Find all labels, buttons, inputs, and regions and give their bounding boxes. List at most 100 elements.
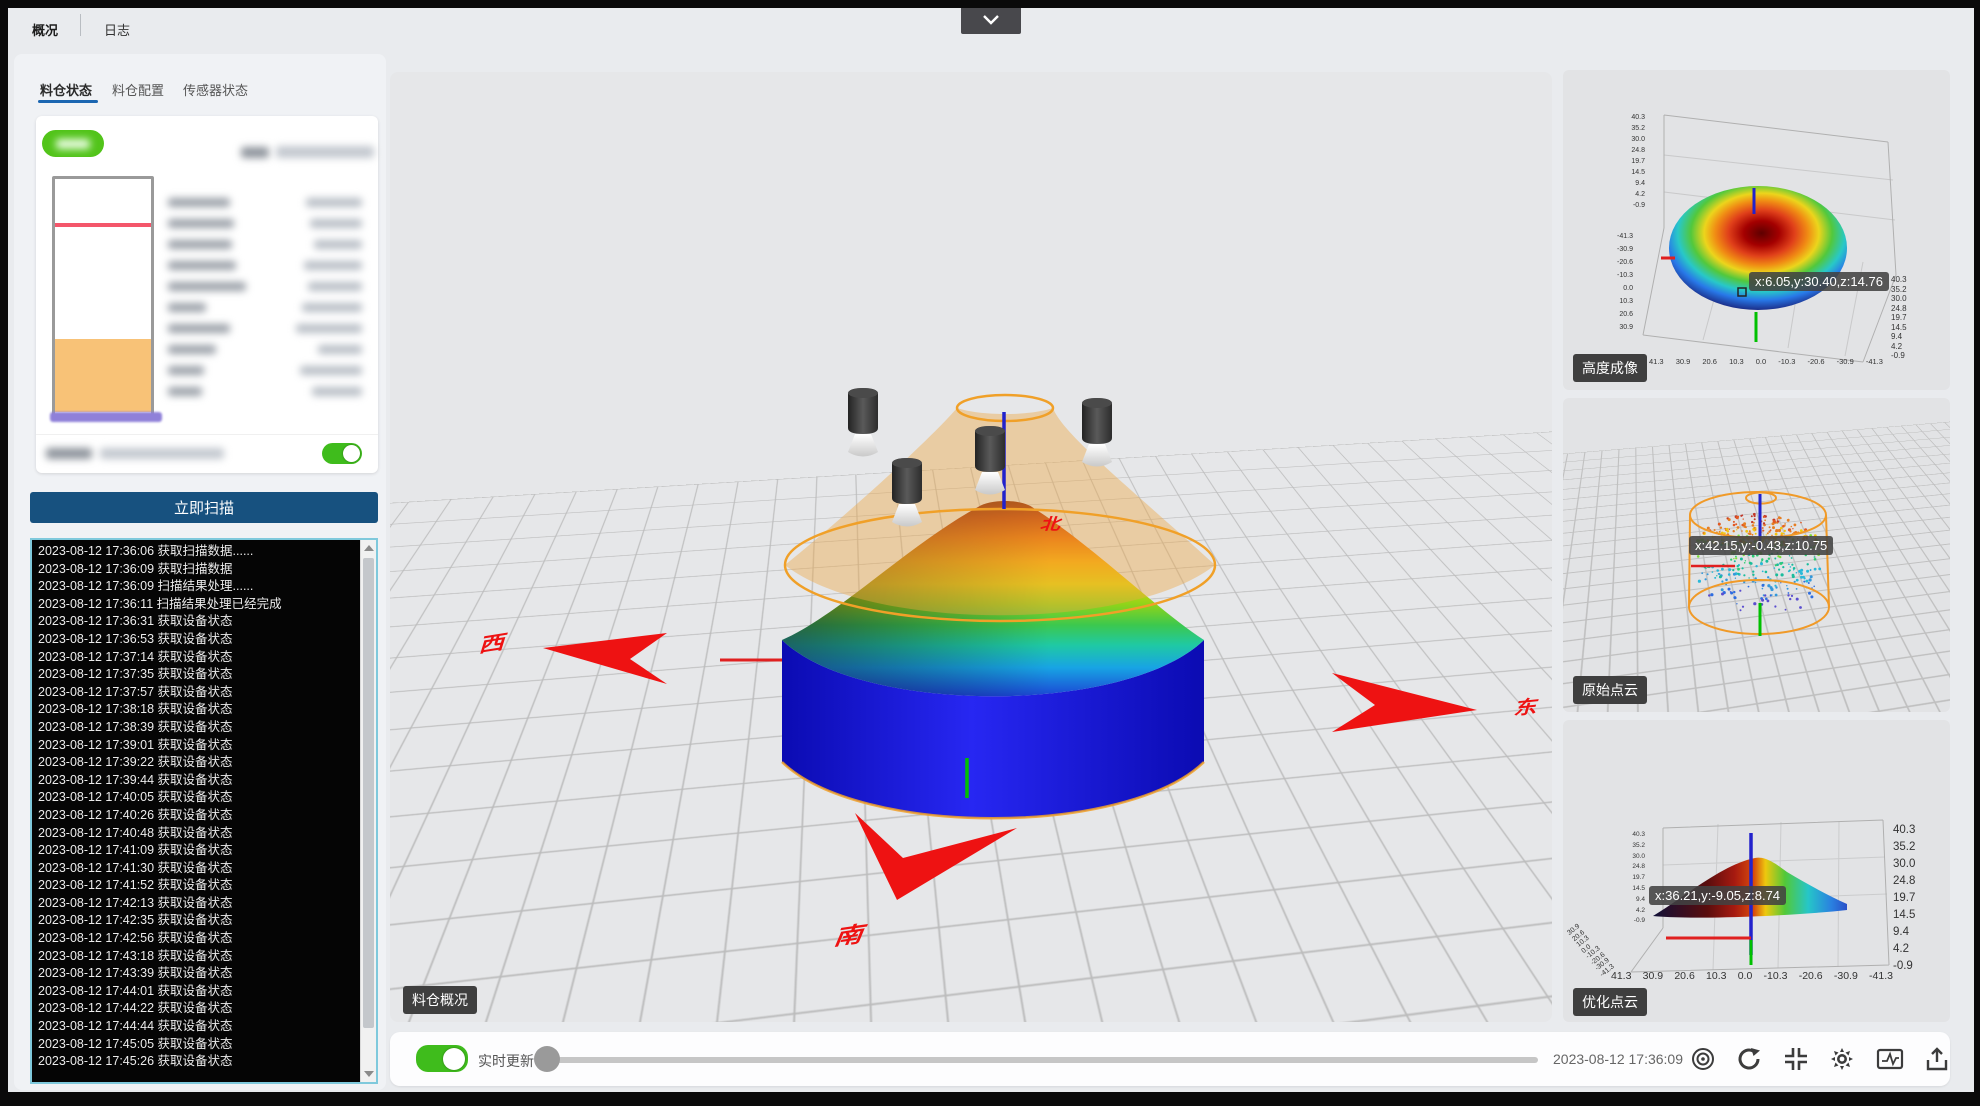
log-entry: 2023-08-12 17:41:09 获取设备状态 [32, 842, 376, 860]
refresh-icon[interactable] [1736, 1046, 1762, 1072]
log-entry: 2023-08-12 17:36:53 获取设备状态 [32, 631, 376, 649]
card-footer [36, 434, 378, 473]
z-axis-ticks-right: 40.3 35.2 30.0 24.8 19.7 14.5 9.4 4.2 -0.9 [1891, 275, 1921, 361]
collapse-header-button[interactable] [961, 6, 1021, 34]
tab-silo-config[interactable]: 料仓配置 [112, 80, 164, 99]
log-entry: 2023-08-12 17:40:05 获取设备状态 [32, 789, 376, 807]
timeline-timestamp: 2023-08-12 17:36:09 [1553, 1051, 1683, 1067]
z-axis-ticks: 40.3 35.2 30.0 24.8 19.7 14.5 9.4 4.2 -0.9 [1623, 830, 1645, 927]
log-entry: 2023-08-12 17:43:39 获取设备状态 [32, 965, 376, 983]
log-console[interactable]: 2023-08-12 17:36:06 获取扫描数据...... 2023-08-… [30, 538, 378, 1084]
sensor-2 [892, 458, 922, 527]
monitor-chart-icon[interactable] [1876, 1046, 1904, 1072]
log-entry: 2023-08-12 17:40:26 获取设备状态 [32, 807, 376, 825]
panel-badge: 高度成像 [1573, 354, 1647, 382]
export-icon[interactable] [1924, 1046, 1950, 1072]
point-cloud-dots [1695, 513, 1821, 611]
footer-label-blur [46, 448, 92, 459]
frame-right [1974, 0, 1980, 1106]
log-entry: 2023-08-12 17:36:09 扫描结果处理...... [32, 578, 376, 596]
log-entry: 2023-08-12 17:40:48 获取设备状态 [32, 825, 376, 843]
bottom-toolbar: 实时更新 2023-08-12 17:36:09 [390, 1032, 1950, 1086]
footer-time-blur [100, 448, 224, 459]
log-entry: 2023-08-12 17:44:44 获取设备状态 [32, 1018, 376, 1036]
log-entry: 2023-08-12 17:39:44 获取设备状态 [32, 772, 376, 790]
settings-gear-icon[interactable] [1829, 1046, 1855, 1072]
tab-silo-status[interactable]: 料仓状态 [40, 80, 92, 99]
scroll-down-icon[interactable] [364, 1071, 374, 1077]
log-entry: 2023-08-12 17:39:22 获取设备状态 [32, 754, 376, 772]
log-entry: 2023-08-12 17:43:18 获取设备状态 [32, 948, 376, 966]
nav-overview[interactable]: 概况 [32, 20, 58, 39]
realtime-label: 实时更新 [478, 1051, 534, 1071]
log-scrollbar[interactable] [360, 540, 376, 1082]
log-entry: 2023-08-12 17:41:30 获取设备状态 [32, 860, 376, 878]
panel-badge: 原始点云 [1573, 676, 1647, 704]
scan-now-button[interactable]: 立即扫描 [30, 492, 378, 523]
log-entry: 2023-08-12 17:44:22 获取设备状态 [32, 1000, 376, 1018]
card-toggle[interactable] [322, 443, 362, 464]
log-entry: 2023-08-12 17:36:09 获取扫描数据 [32, 561, 376, 579]
z-axis-ticks: 40.3 35.2 30.0 24.8 19.7 14.5 9.4 4.2 -0.9 [1621, 112, 1645, 211]
south-arrow [855, 813, 1017, 900]
panel-height-imaging[interactable]: 40.3 35.2 30.0 24.8 19.7 14.5 9.4 4.2 -0.9 -41.3… [1563, 70, 1950, 390]
silo-3d-view[interactable]: 西 北 南 东 料仓概况 [390, 72, 1552, 1022]
scrollbar-thumb[interactable] [363, 558, 374, 1028]
y-axis-ticks: -41.3 -30.9 -20.6 -10.3 0.0 10.3 20.6 30.9 [1607, 230, 1633, 334]
x-axis-ticks: 41.3 30.9 20.6 10.3 0.0 -10.3 -20.6 -30.9 -41.3 [1611, 970, 1893, 982]
log-entry: 2023-08-12 17:45:26 获取设备状态 [32, 1053, 376, 1071]
log-entry: 2023-08-12 17:36:06 获取扫描数据...... [32, 543, 376, 561]
silo-level-graphic [52, 176, 154, 418]
toolbar-icons [1690, 1046, 1950, 1072]
collapse-icon[interactable] [1783, 1046, 1809, 1072]
panel-optimized-cloud[interactable]: 40.3 35.2 30.0 24.8 19.7 14.5 9.4 4.2 -0.9 40.3 3… [1563, 720, 1950, 1022]
sensor-4 [1082, 398, 1112, 467]
active-tab-underline [38, 100, 98, 103]
timeline-slider-track[interactable] [546, 1057, 1538, 1063]
timeline-slider-handle[interactable] [534, 1046, 560, 1072]
coordinate-tooltip: x:6.05,y:30.40,z:14.76 [1749, 272, 1889, 291]
coordinate-tooltip: x:42.15,y:-0.43,z:10.75 [1689, 536, 1833, 555]
log-entry: 2023-08-12 17:37:57 获取设备状态 [32, 684, 376, 702]
log-entry: 2023-08-12 17:36:31 获取设备状态 [32, 613, 376, 631]
chevron-down-icon [981, 14, 1001, 26]
scroll-up-icon[interactable] [364, 545, 374, 551]
log-entry: 2023-08-12 17:37:35 获取设备状态 [32, 666, 376, 684]
log-entry: 2023-08-12 17:45:05 获取设备状态 [32, 1036, 376, 1054]
log-list: 2023-08-12 17:36:06 获取扫描数据...... 2023-08-… [32, 540, 376, 1071]
panel-raw-cloud[interactable]: x:42.15,y:-0.43,z:10.75 原始点云 [1563, 398, 1950, 712]
log-entry: 2023-08-12 17:37:14 获取设备状态 [32, 649, 376, 667]
log-entry: 2023-08-12 17:38:18 获取设备状态 [32, 701, 376, 719]
log-entry: 2023-08-12 17:41:52 获取设备状态 [32, 877, 376, 895]
west-arrow [543, 633, 667, 684]
log-entry: 2023-08-12 17:39:01 获取设备状态 [32, 737, 376, 755]
silo-3d-scene [390, 72, 1552, 1022]
app-window: 概况 日志 料仓状态 料仓配置 传感器状态 立即扫描 2023-08-12 17… [0, 0, 1980, 1106]
frame-bottom [0, 1092, 1980, 1106]
sensor-1 [848, 388, 878, 457]
x-axis-ticks: 41.3 30.9 20.6 10.3 0.0 -10.3 -20.6 -30.9 -41.3 [1649, 357, 1883, 366]
log-entry: 2023-08-12 17:42:35 获取设备状态 [32, 912, 376, 930]
log-entry: 2023-08-12 17:38:39 获取设备状态 [32, 719, 376, 737]
realtime-toggle[interactable] [416, 1045, 468, 1072]
log-entry: 2023-08-12 17:42:13 获取设备状态 [32, 895, 376, 913]
silo-alarm-line [55, 223, 151, 227]
tab-sensor-status[interactable]: 传感器状态 [183, 80, 248, 99]
frame-top [0, 0, 1980, 8]
sensor-3 [975, 426, 1005, 495]
locate-icon[interactable] [1690, 1046, 1716, 1072]
east-arrow [1332, 673, 1477, 732]
height-surface [1669, 186, 1847, 310]
log-entry: 2023-08-12 17:36:11 扫描结果处理已经完成 [32, 596, 376, 614]
nav-log[interactable]: 日志 [104, 20, 130, 39]
silo-status-card [36, 116, 378, 473]
main-view-badge: 料仓概况 [403, 986, 477, 1014]
silo-base-band [50, 412, 162, 422]
frame-left [0, 0, 8, 1106]
card-top-label-blur [241, 147, 269, 158]
log-entry: 2023-08-12 17:44:01 获取设备状态 [32, 983, 376, 1001]
z-axis-ticks-right: 40.3 35.2 30.0 24.8 19.7 14.5 9.4 4.2 -0.9 [1893, 822, 1927, 975]
panel-badge: 优化点云 [1573, 988, 1647, 1016]
card-top-value-blur [276, 146, 374, 158]
raw-cloud-scene [1563, 398, 1950, 712]
